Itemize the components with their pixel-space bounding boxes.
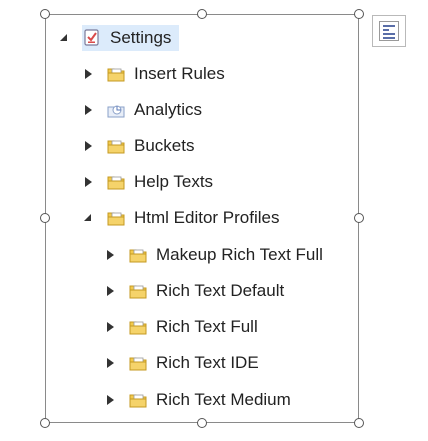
resize-handle-left[interactable]	[40, 213, 50, 223]
tree-node-label: Buckets	[134, 136, 195, 155]
expand-arrow-icon[interactable]	[82, 67, 96, 81]
tree-node-settings[interactable]: Settings	[58, 25, 180, 51]
folder-icon	[106, 137, 126, 155]
tree-node-label: Rich Text Medium	[156, 390, 291, 409]
tree-node-rich-text-full[interactable]: Rich Text Full	[104, 314, 258, 340]
expand-arrow-icon[interactable]	[82, 139, 96, 153]
expand-arrow-icon[interactable]	[104, 284, 118, 298]
analytics-folder-icon	[106, 101, 126, 119]
resize-handle-bottom-left[interactable]	[40, 418, 50, 428]
expand-arrow-icon[interactable]	[104, 248, 118, 262]
tree-node-label: Makeup Rich Text Full	[156, 245, 323, 264]
resize-handle-right[interactable]	[354, 213, 364, 223]
resize-handle-top[interactable]	[197, 9, 207, 19]
tree-node-analytics[interactable]: Analytics	[82, 97, 202, 123]
tree-node-label: Rich Text Default	[156, 281, 285, 300]
expand-arrow-icon[interactable]	[82, 175, 96, 189]
expand-arrow-icon[interactable]	[58, 31, 72, 45]
folder-icon	[106, 173, 126, 191]
folder-icon	[128, 282, 148, 300]
tree-node-label: Insert Rules	[134, 64, 225, 83]
tree-node-label: Rich Text Full	[156, 317, 258, 336]
folder-icon	[128, 246, 148, 264]
folder-icon	[106, 65, 126, 83]
expand-arrow-icon[interactable]	[82, 211, 96, 225]
tree-node-rich-text-default[interactable]: Rich Text Default	[104, 278, 284, 304]
expand-arrow-icon[interactable]	[104, 356, 118, 370]
tree-node-label: Html Editor Profiles	[134, 208, 280, 227]
folder-icon	[128, 391, 148, 409]
folder-icon	[128, 354, 148, 372]
settings-icon	[82, 29, 102, 47]
tree-node-buckets[interactable]: Buckets	[82, 133, 194, 159]
expand-arrow-icon[interactable]	[104, 320, 118, 334]
tree-node-label: Settings	[110, 28, 172, 47]
folder-icon	[106, 209, 126, 227]
tree-node-rich-text-medium[interactable]: Rich Text Medium	[104, 387, 291, 413]
resize-handle-bottom[interactable]	[197, 418, 207, 428]
layout-options-icon	[379, 21, 399, 41]
tree-node-makeup-rich-text-full[interactable]: Makeup Rich Text Full	[104, 242, 323, 268]
tree-node-help-texts[interactable]: Help Texts	[82, 169, 213, 195]
tree-node-label-wrap: Settings	[82, 25, 180, 51]
layout-options-button[interactable]	[372, 15, 406, 47]
tree-node-rich-text-ide[interactable]: Rich Text IDE	[104, 350, 259, 376]
resize-handle-top-right[interactable]	[354, 9, 364, 19]
folder-icon	[128, 318, 148, 336]
resize-handle-top-left[interactable]	[40, 9, 50, 19]
canvas: Settings Insert Rules Analytics Buckets …	[0, 0, 428, 441]
tree-node-label: Rich Text IDE	[156, 353, 259, 372]
expand-arrow-icon[interactable]	[104, 393, 118, 407]
resize-handle-bottom-right[interactable]	[354, 418, 364, 428]
expand-arrow-icon[interactable]	[82, 103, 96, 117]
tree-node-label: Analytics	[134, 100, 203, 119]
tree-node-insert-rules[interactable]: Insert Rules	[82, 61, 225, 87]
tree-node-label: Help Texts	[134, 172, 214, 191]
tree-node-html-editor-profiles[interactable]: Html Editor Profiles	[82, 205, 279, 231]
